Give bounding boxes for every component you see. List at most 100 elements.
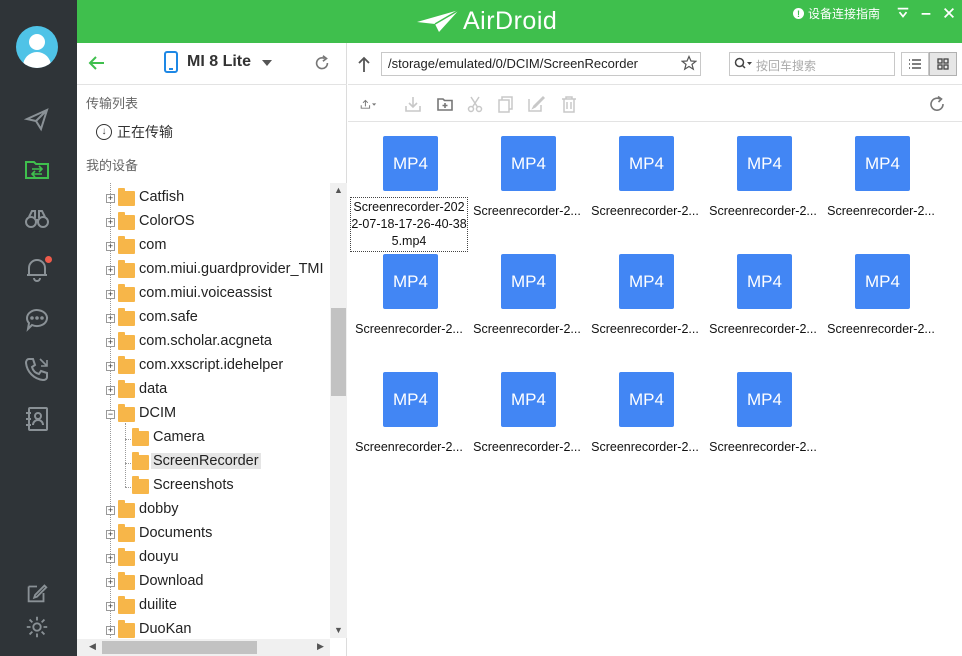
minimize-to-tray-button[interactable] bbox=[895, 5, 911, 21]
expand-icon[interactable]: + bbox=[106, 290, 115, 299]
expand-icon[interactable]: + bbox=[106, 362, 115, 371]
tree-item-coloros[interactable]: + ColorOS bbox=[77, 211, 330, 235]
mp4-file-icon: MP4 bbox=[383, 254, 438, 309]
tree-item-screenshots[interactable]: Screenshots bbox=[77, 475, 330, 499]
tree-item-duilite[interactable]: + duilite bbox=[77, 595, 330, 619]
file-item[interactable]: MP4 Screenrecorder-2... bbox=[704, 136, 822, 254]
chat-icon[interactable] bbox=[22, 304, 52, 334]
expand-icon[interactable]: + bbox=[106, 506, 115, 515]
close-button[interactable] bbox=[941, 5, 957, 21]
expand-icon[interactable]: + bbox=[106, 266, 115, 275]
tree-item-catfish[interactable]: + Catfish bbox=[77, 187, 330, 211]
tree-item-duokan[interactable]: + DuoKan bbox=[77, 619, 330, 638]
tree-item-label: com.safe bbox=[139, 309, 198, 325]
file-name: Screenrecorder-2022-07-18-17-26-40-385.m… bbox=[350, 197, 468, 252]
file-name: Screenrecorder-2... bbox=[355, 440, 463, 454]
file-item[interactable]: MP4 Screenrecorder-2... bbox=[822, 254, 940, 372]
refresh-icon[interactable] bbox=[313, 54, 333, 74]
collapse-icon[interactable]: − bbox=[106, 410, 115, 419]
up-level-icon[interactable] bbox=[356, 55, 372, 73]
mp4-file-icon: MP4 bbox=[855, 254, 910, 309]
tree-item-douyu[interactable]: + douyu bbox=[77, 547, 330, 571]
file-item[interactable]: MP4 Screenrecorder-2... bbox=[468, 372, 586, 490]
tree-item-com[interactable]: + com bbox=[77, 235, 330, 259]
connection-guide-link[interactable]: ! 设备连接指南 bbox=[793, 5, 880, 22]
expand-icon[interactable]: + bbox=[106, 386, 115, 395]
tree-item-dobby[interactable]: + dobby bbox=[77, 499, 330, 523]
tree-item-com-miui-guardprovider-tmi[interactable]: + com.miui.guardprovider_TMI bbox=[77, 259, 330, 283]
download-icon[interactable] bbox=[404, 95, 422, 113]
upload-icon[interactable] bbox=[360, 95, 390, 113]
folder-icon bbox=[118, 404, 135, 422]
expand-icon[interactable]: + bbox=[106, 554, 115, 563]
expand-icon[interactable]: + bbox=[106, 242, 115, 251]
tree-vertical-scrollbar[interactable]: ▲ ▼ bbox=[330, 183, 347, 638]
list-view-button[interactable] bbox=[901, 52, 929, 76]
cut-icon[interactable] bbox=[466, 95, 484, 113]
file-item[interactable]: MP4 Screenrecorder-2... bbox=[350, 254, 468, 372]
edit-icon[interactable] bbox=[24, 580, 50, 606]
binoculars-icon[interactable] bbox=[22, 204, 52, 234]
user-avatar[interactable] bbox=[16, 26, 58, 68]
file-item[interactable]: MP4 Screenrecorder-2... bbox=[586, 254, 704, 372]
scroll-up-arrow-icon[interactable]: ▲ bbox=[334, 185, 343, 195]
folder-tree: + Catfish + ColorOS + com + com.miui.guardprovi… bbox=[77, 183, 330, 638]
file-item[interactable]: MP4 Screenrecorder-2... bbox=[586, 136, 704, 254]
back-arrow-icon[interactable] bbox=[87, 53, 107, 73]
grid-view-button[interactable] bbox=[929, 52, 957, 76]
tree-item-download[interactable]: + Download bbox=[77, 571, 330, 595]
folder-icon bbox=[118, 308, 135, 326]
search-icon[interactable] bbox=[734, 57, 754, 71]
expand-icon[interactable]: + bbox=[106, 218, 115, 227]
bell-icon[interactable] bbox=[22, 254, 52, 284]
expand-icon[interactable]: + bbox=[106, 578, 115, 587]
expand-icon[interactable]: + bbox=[106, 338, 115, 347]
expand-icon[interactable]: + bbox=[106, 194, 115, 203]
transferring-item[interactable]: ↓ 正在传输 bbox=[96, 122, 173, 142]
refresh-files-icon[interactable] bbox=[928, 95, 946, 113]
expand-icon[interactable]: + bbox=[106, 602, 115, 611]
scroll-thumb[interactable] bbox=[331, 308, 346, 396]
chevron-down-icon[interactable] bbox=[262, 60, 272, 66]
expand-icon[interactable]: + bbox=[106, 626, 115, 635]
tree-item-com-safe[interactable]: + com.safe bbox=[77, 307, 330, 331]
tree-item-documents[interactable]: + Documents bbox=[77, 523, 330, 547]
file-item[interactable]: MP4 Screenrecorder-2... bbox=[704, 254, 822, 372]
tree-item-data[interactable]: + data bbox=[77, 379, 330, 403]
contacts-icon[interactable] bbox=[22, 404, 52, 434]
minimize-button[interactable] bbox=[918, 5, 934, 21]
scroll-down-arrow-icon[interactable]: ▼ bbox=[334, 625, 343, 635]
tree-horizontal-scrollbar[interactable]: ◀ ▶ bbox=[77, 639, 330, 656]
file-item[interactable]: MP4 Screenrecorder-2022-07-18-17-26-40-38… bbox=[350, 136, 468, 254]
file-item[interactable]: MP4 Screenrecorder-2... bbox=[822, 136, 940, 254]
copy-icon[interactable] bbox=[496, 95, 514, 113]
mp4-file-icon: MP4 bbox=[619, 254, 674, 309]
file-transfer-icon[interactable] bbox=[22, 154, 52, 184]
expand-icon[interactable]: + bbox=[106, 530, 115, 539]
new-folder-icon[interactable] bbox=[436, 95, 454, 113]
tree-item-camera[interactable]: Camera bbox=[77, 427, 330, 451]
file-item[interactable]: MP4 Screenrecorder-2... bbox=[468, 254, 586, 372]
star-icon[interactable] bbox=[680, 55, 698, 71]
settings-icon[interactable] bbox=[24, 614, 50, 640]
file-item[interactable]: MP4 Screenrecorder-2... bbox=[468, 136, 586, 254]
tree-item-dcim[interactable]: − DCIM bbox=[77, 403, 330, 427]
scroll-right-arrow-icon[interactable]: ▶ bbox=[317, 641, 324, 652]
file-item[interactable]: MP4 Screenrecorder-2... bbox=[350, 372, 468, 490]
phone-call-icon[interactable] bbox=[22, 354, 52, 384]
tree-item-com-scholar-acgneta[interactable]: + com.scholar.acgneta bbox=[77, 331, 330, 355]
scroll-thumb-horizontal[interactable] bbox=[102, 641, 257, 654]
my-devices-label: 我的设备 bbox=[86, 158, 139, 173]
send-icon[interactable] bbox=[22, 104, 52, 134]
file-item[interactable]: MP4 Screenrecorder-2... bbox=[704, 372, 822, 490]
expand-icon[interactable]: + bbox=[106, 314, 115, 323]
tree-item-com-miui-voiceassist[interactable]: + com.miui.voiceassist bbox=[77, 283, 330, 307]
tree-item-screenrecorder[interactable]: ScreenRecorder bbox=[77, 451, 330, 475]
rename-icon[interactable] bbox=[527, 95, 546, 113]
scroll-left-arrow-icon[interactable]: ◀ bbox=[89, 641, 96, 652]
tree-item-com-xxscript-idehelper[interactable]: + com.xxscript.idehelper bbox=[77, 355, 330, 379]
delete-icon[interactable] bbox=[560, 95, 578, 113]
file-item[interactable]: MP4 Screenrecorder-2... bbox=[586, 372, 704, 490]
path-input[interactable]: /storage/emulated/0/DCIM/ScreenRecorder bbox=[381, 52, 701, 76]
device-name[interactable]: MI 8 Lite bbox=[187, 53, 251, 71]
